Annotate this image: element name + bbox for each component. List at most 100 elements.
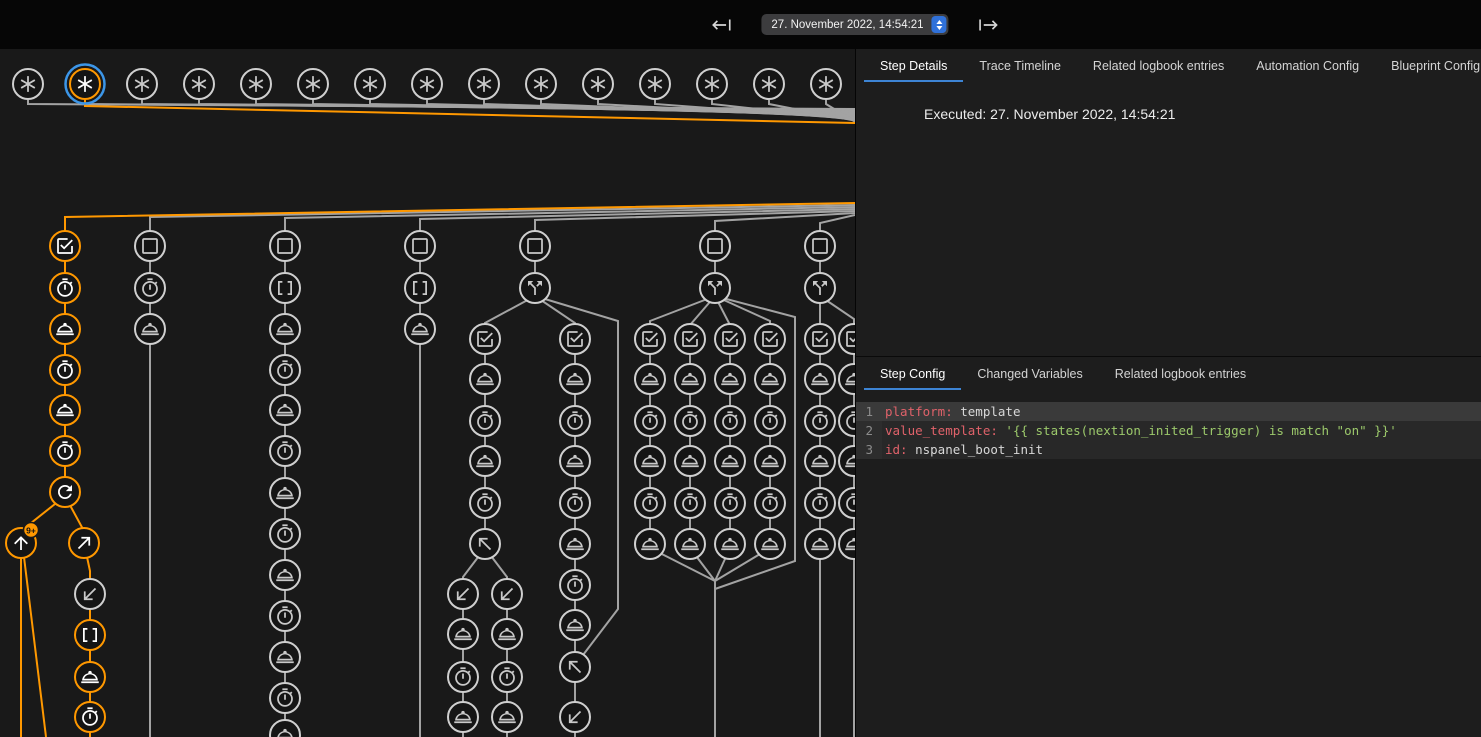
graph-node-service[interactable]	[675, 364, 705, 394]
graph-node-asterisk[interactable]	[811, 69, 841, 99]
graph-node-brackets[interactable]	[405, 273, 435, 303]
graph-node-service[interactable]	[405, 314, 435, 344]
run-select[interactable]: 27. November 2022, 14:54:21	[761, 14, 948, 35]
graph-node-asterisk[interactable]	[412, 69, 442, 99]
graph-node-checkbox-blank[interactable]	[270, 231, 300, 261]
graph-node-delay[interactable]	[470, 406, 500, 436]
graph-node-delay[interactable]	[715, 488, 745, 518]
tab-blueprint-config[interactable]: Blueprint Config	[1375, 49, 1481, 82]
graph-node-delay[interactable]	[560, 406, 590, 436]
graph-node-asterisk[interactable]	[66, 65, 105, 104]
graph-node-service[interactable]	[635, 529, 665, 559]
step-config-editor[interactable]: 1 platform: template 2 value_template: '…	[856, 402, 1481, 459]
graph-node-delay[interactable]	[135, 273, 165, 303]
graph-node-asterisk[interactable]	[754, 69, 784, 99]
graph-node-checkbox-blank[interactable]	[405, 231, 435, 261]
graph-node-service[interactable]	[755, 529, 785, 559]
graph-node-service[interactable]	[50, 314, 80, 344]
graph-node-arrow-bottom-left[interactable]	[560, 702, 590, 732]
graph-node-checkbox-blank[interactable]	[805, 231, 835, 261]
graph-node-service[interactable]	[270, 560, 300, 590]
graph-node-arrow-bottom-left[interactable]	[492, 579, 522, 609]
graph-node-checkbox-marked[interactable]	[50, 231, 80, 261]
graph-node-asterisk[interactable]	[127, 69, 157, 99]
graph-node-checkbox-marked[interactable]	[805, 324, 835, 354]
graph-node-service[interactable]	[839, 529, 855, 559]
graph-node-service[interactable]	[560, 364, 590, 394]
graph-node-delay[interactable]	[270, 601, 300, 631]
graph-node-checkbox-marked[interactable]	[635, 324, 665, 354]
graph-node-checkbox-marked[interactable]	[560, 324, 590, 354]
graph-node-delay[interactable]	[75, 702, 105, 732]
graph-node-service[interactable]	[75, 662, 105, 692]
graph-node-delay[interactable]	[755, 406, 785, 436]
graph-node-service[interactable]	[270, 478, 300, 508]
graph-node-checkbox-marked[interactable]	[715, 324, 745, 354]
graph-node-service[interactable]	[635, 446, 665, 476]
graph-node-asterisk[interactable]	[13, 69, 43, 99]
graph-node-asterisk[interactable]	[640, 69, 670, 99]
graph-node-service[interactable]	[805, 529, 835, 559]
graph-node-delay[interactable]	[560, 488, 590, 518]
graph-node-delay[interactable]	[715, 406, 745, 436]
graph-node-service[interactable]	[448, 702, 478, 732]
graph-node-arrow-top-left[interactable]	[470, 529, 500, 559]
graph-node-checkbox-marked[interactable]	[839, 324, 855, 354]
trace-graph[interactable]: 9+	[0, 49, 855, 737]
graph-node-asterisk[interactable]	[469, 69, 499, 99]
tab-step-details[interactable]: Step Details	[864, 49, 963, 82]
graph-node-service[interactable]	[470, 364, 500, 394]
graph-node-service[interactable]	[492, 702, 522, 732]
tab-step-config[interactable]: Step Config	[864, 357, 961, 390]
tab-changed-variables[interactable]: Changed Variables	[961, 357, 1098, 390]
graph-node-service[interactable]	[270, 642, 300, 672]
graph-node-delay[interactable]	[635, 488, 665, 518]
graph-node-service[interactable]	[448, 619, 478, 649]
graph-node-service[interactable]	[560, 446, 590, 476]
graph-node-checkbox-marked[interactable]	[675, 324, 705, 354]
graph-node-traverse[interactable]	[805, 273, 835, 303]
tab-trace-timeline[interactable]: Trace Timeline	[963, 49, 1077, 82]
previous-run-button[interactable]	[709, 12, 735, 38]
graph-node-asterisk[interactable]	[241, 69, 271, 99]
graph-node-delay[interactable]	[270, 355, 300, 385]
graph-node-service[interactable]	[715, 446, 745, 476]
graph-node-delay[interactable]	[755, 488, 785, 518]
graph-node-delay[interactable]	[839, 488, 855, 518]
graph-node-delay[interactable]	[470, 488, 500, 518]
graph-node-service[interactable]	[805, 446, 835, 476]
graph-node-delay[interactable]	[50, 355, 80, 385]
graph-node-arrow-top-left[interactable]	[560, 652, 590, 682]
graph-node-checkbox-blank[interactable]	[520, 231, 550, 261]
graph-node-service[interactable]	[50, 395, 80, 425]
graph-node-arrow-top-right[interactable]	[69, 528, 99, 558]
tab-related-logbook-entries[interactable]: Related logbook entries	[1077, 49, 1240, 82]
graph-node-service[interactable]	[635, 364, 665, 394]
graph-node-checkbox-marked[interactable]	[470, 324, 500, 354]
graph-node-service[interactable]	[135, 314, 165, 344]
graph-node-brackets[interactable]	[75, 620, 105, 650]
graph-node-asterisk[interactable]	[355, 69, 385, 99]
graph-node-checkbox-blank[interactable]	[135, 231, 165, 261]
graph-node-service[interactable]	[270, 720, 300, 737]
graph-node-delay[interactable]	[270, 436, 300, 466]
graph-node-service[interactable]	[755, 364, 785, 394]
graph-node-service[interactable]	[715, 529, 745, 559]
graph-node-traverse[interactable]	[520, 273, 550, 303]
graph-node-delay[interactable]	[675, 488, 705, 518]
trace-graph-canvas[interactable]: 9+	[0, 49, 855, 737]
tab-config-related-logbook-entries[interactable]: Related logbook entries	[1099, 357, 1262, 390]
graph-node-delay[interactable]	[635, 406, 665, 436]
graph-node-service[interactable]	[560, 610, 590, 640]
graph-node-checkbox-blank[interactable]	[700, 231, 730, 261]
graph-node-delay[interactable]	[270, 519, 300, 549]
graph-node-asterisk[interactable]	[184, 69, 214, 99]
graph-node-delay[interactable]	[50, 273, 80, 303]
graph-node-delay[interactable]	[492, 662, 522, 692]
next-run-button[interactable]	[975, 12, 1001, 38]
graph-node-brackets[interactable]	[270, 273, 300, 303]
graph-node-arrow-bottom-left[interactable]	[448, 579, 478, 609]
graph-node-arrow-bottom-left[interactable]	[75, 579, 105, 609]
graph-node-service[interactable]	[270, 395, 300, 425]
graph-node-delay[interactable]	[560, 570, 590, 600]
